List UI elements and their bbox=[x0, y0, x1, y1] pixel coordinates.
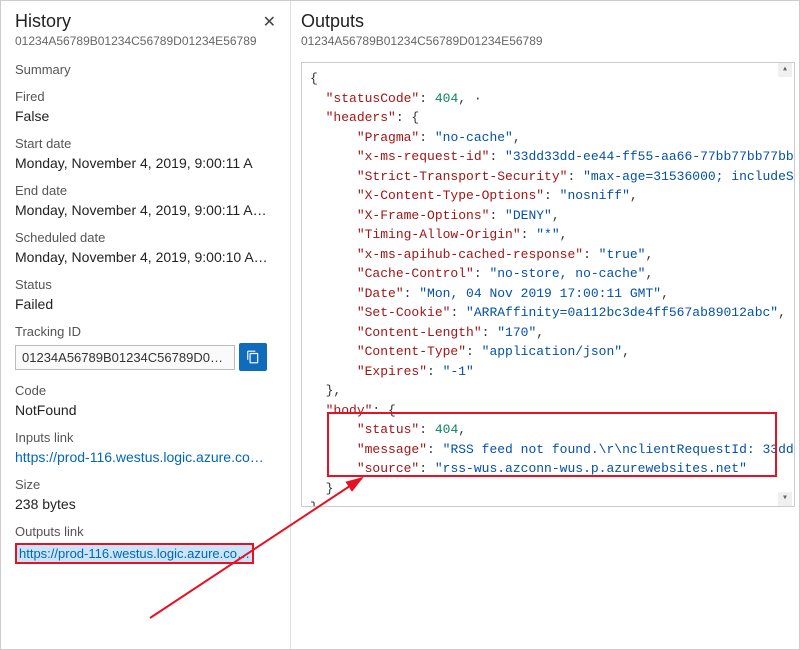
scrollbar[interactable]: ▴ ▾ bbox=[778, 63, 794, 506]
history-panel: History ✕ 01234A56789B01234C56789D01234E… bbox=[1, 1, 291, 649]
code-label: Code bbox=[15, 383, 276, 398]
tracking-id-value[interactable]: 01234A56789B01234C56789D012… bbox=[15, 345, 235, 370]
scroll-up-icon[interactable]: ▴ bbox=[778, 63, 792, 77]
json-output[interactable]: { "statusCode": 404, · "headers": { "Pra… bbox=[301, 62, 795, 507]
outputs-subtitle: 01234A56789B01234C56789D01234E56789 bbox=[301, 34, 795, 48]
fired-value: False bbox=[15, 108, 276, 124]
inputs-link[interactable]: https://prod-116.westus.logic.azure.co… bbox=[15, 449, 275, 465]
close-icon[interactable]: ✕ bbox=[263, 12, 276, 32]
size-value: 238 bytes bbox=[15, 496, 276, 512]
outputs-panel: Outputs 01234A56789B01234C56789D01234E56… bbox=[291, 1, 799, 649]
tracking-id-label: Tracking ID bbox=[15, 324, 276, 339]
inputs-link-label: Inputs link bbox=[15, 430, 276, 445]
scroll-down-icon[interactable]: ▾ bbox=[778, 492, 792, 506]
scheduled-date-label: Scheduled date bbox=[15, 230, 276, 245]
end-date-label: End date bbox=[15, 183, 276, 198]
status-value: Failed bbox=[15, 296, 276, 312]
status-label: Status bbox=[15, 277, 276, 292]
size-label: Size bbox=[15, 477, 276, 492]
scheduled-date-value: Monday, November 4, 2019, 9:00:10 A… bbox=[15, 249, 276, 265]
outputs-link[interactable]: https://prod-116.westus.logic.azure.co… bbox=[19, 546, 250, 561]
fired-label: Fired bbox=[15, 89, 276, 104]
end-date-value: Monday, November 4, 2019, 9:00:11 A… bbox=[15, 202, 276, 218]
outputs-link-label: Outputs link bbox=[15, 524, 276, 539]
code-value: NotFound bbox=[15, 402, 276, 418]
history-title: History bbox=[15, 11, 71, 32]
outputs-title: Outputs bbox=[301, 11, 795, 32]
copy-icon bbox=[246, 350, 260, 364]
summary-label: Summary bbox=[15, 62, 276, 77]
outputs-link-highlight: https://prod-116.westus.logic.azure.co… bbox=[15, 543, 254, 564]
history-subtitle: 01234A56789B01234C56789D01234E56789 bbox=[15, 34, 276, 48]
start-date-label: Start date bbox=[15, 136, 276, 151]
start-date-value: Monday, November 4, 2019, 9:00:11 A bbox=[15, 155, 276, 171]
copy-button[interactable] bbox=[239, 343, 267, 371]
